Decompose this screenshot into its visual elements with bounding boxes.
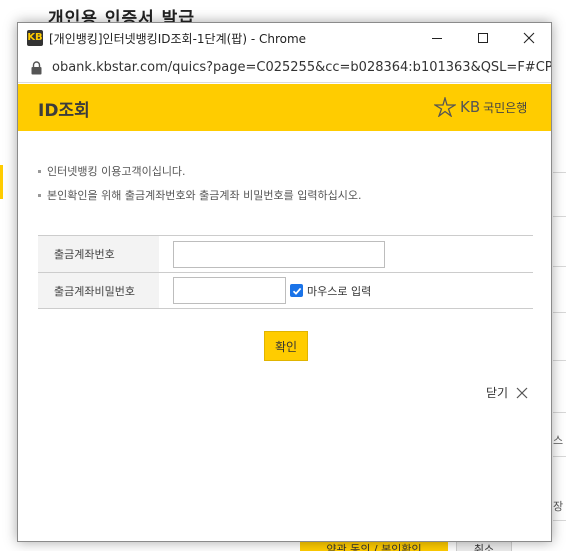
account-number-row: 출금계좌번호 xyxy=(38,236,533,273)
account-password-row: 출금계좌비밀번호 마우스로 입력 xyxy=(38,273,533,309)
account-password-cell: 마우스로 입력 xyxy=(159,273,533,308)
maximize-icon xyxy=(478,33,488,43)
kb-favicon-icon: KB xyxy=(27,30,43,46)
kb-star-icon xyxy=(434,97,456,117)
close-window-button[interactable] xyxy=(506,23,551,53)
minimize-icon xyxy=(432,37,442,39)
account-form: 출금계좌번호 출금계좌비밀번호 마우스로 입력 xyxy=(38,235,533,309)
account-number-input[interactable] xyxy=(173,240,385,268)
title-bar[interactable]: KB [개인뱅킹]인터넷뱅킹ID조회-1단계(팝) - Chrome xyxy=(18,23,551,53)
close-icon[interactable] xyxy=(516,387,528,399)
bullet-icon xyxy=(38,169,41,173)
notice-text: 인터넷뱅킹 이용고객이십니다. xyxy=(47,165,186,178)
url-text[interactable]: obank.kbstar.com/quics?page=C025255&cc=b… xyxy=(52,60,551,75)
minimize-button[interactable] xyxy=(414,23,460,53)
brand-name-text: 국민은행 xyxy=(483,100,528,115)
lock-icon xyxy=(31,61,42,75)
popup-header: ID조회 KB 국민은행 xyxy=(18,84,551,131)
close-popup-link[interactable]: 닫기 xyxy=(486,384,528,401)
close-link-label[interactable]: 닫기 xyxy=(486,384,508,401)
notice-item: 본인확인을 위해 출금계좌번호와 출금계좌 비밀번호를 입력하십시오. xyxy=(38,187,361,203)
background-right-text-2: 장 xyxy=(553,500,564,513)
close-icon xyxy=(523,32,535,44)
page-title: ID조회 xyxy=(38,101,90,121)
maximize-button[interactable] xyxy=(460,23,506,53)
brand-kb-text: KB xyxy=(460,98,481,116)
account-password-label: 출금계좌비밀번호 xyxy=(38,273,159,308)
bullet-icon xyxy=(38,193,41,197)
checkmark-icon xyxy=(292,287,301,295)
address-bar[interactable]: obank.kbstar.com/quics?page=C025255&cc=b… xyxy=(18,53,551,83)
account-number-label: 출금계좌번호 xyxy=(38,236,159,272)
mouse-input-label[interactable]: 마우스로 입력 xyxy=(307,283,371,299)
notice-item: 인터넷뱅킹 이용고객이십니다. xyxy=(38,163,186,179)
notice-text: 본인확인을 위해 출금계좌번호와 출금계좌 비밀번호를 입력하십시오. xyxy=(47,189,362,202)
account-password-input[interactable] xyxy=(173,277,286,304)
background-right-text-1: 스 xyxy=(553,434,564,447)
mouse-input-checkbox[interactable] xyxy=(290,284,303,297)
confirm-button[interactable]: 확인 xyxy=(264,331,308,361)
popup-window: KB [개인뱅킹]인터넷뱅킹ID조회-1단계(팝) - Chrome obank… xyxy=(17,22,552,542)
kb-brand-logo: KB 국민은행 xyxy=(434,97,527,117)
account-number-cell xyxy=(159,236,533,272)
background-left-accent xyxy=(0,165,3,199)
window-title: [개인뱅킹]인터넷뱅킹ID조회-1단계(팝) - Chrome xyxy=(49,32,307,46)
